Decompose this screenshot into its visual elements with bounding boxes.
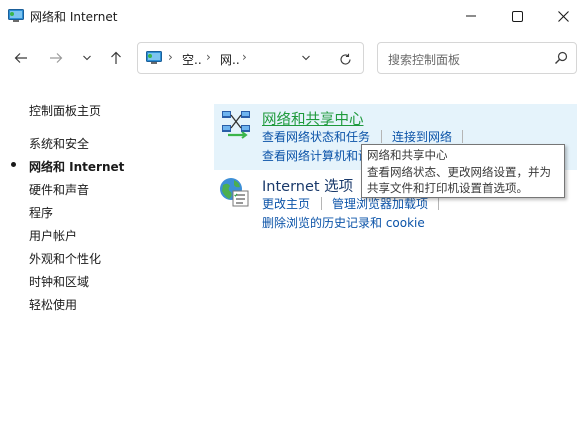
- sidebar-item-control-panel-home[interactable]: 控制面板主页: [29, 102, 101, 119]
- breadcrumb-item[interactable]: 网..: [220, 51, 240, 68]
- sidebar-item-clock-region[interactable]: 时钟和区域: [29, 273, 89, 290]
- address-dropdown-button[interactable]: [297, 49, 315, 67]
- close-button[interactable]: [540, 0, 586, 32]
- sidebar-item-appearance[interactable]: 外观和个性化: [29, 250, 101, 267]
- active-indicator: [11, 162, 16, 167]
- network-sharing-icon[interactable]: [220, 108, 252, 140]
- category-title-network-sharing[interactable]: 网络和共享中心: [262, 108, 364, 129]
- chevron-down-icon: [302, 55, 310, 61]
- sidebar-item-user-accounts[interactable]: 用户帐户: [29, 227, 77, 244]
- minimize-button[interactable]: [448, 0, 494, 32]
- close-icon: [557, 10, 569, 22]
- back-arrow-icon: [14, 53, 27, 63]
- recent-locations-button[interactable]: [75, 46, 99, 70]
- refresh-icon: [339, 53, 351, 65]
- category-title-internet-options[interactable]: Internet 选项: [262, 175, 353, 196]
- link-separator: [462, 130, 463, 143]
- sidebar-item-network-internet[interactable]: 网络和 Internet: [29, 158, 124, 175]
- window-title: 网络和 Internet: [30, 10, 118, 24]
- search-placeholder: 搜索控制面板: [388, 53, 461, 67]
- link-view-network-status[interactable]: 查看网络状态和任务: [262, 128, 370, 145]
- breadcrumb-separator: ›: [206, 50, 211, 64]
- breadcrumb-separator: ›: [168, 50, 173, 64]
- link-connect-to-network[interactable]: 连接到网络: [392, 128, 452, 145]
- refresh-button[interactable]: [335, 49, 355, 69]
- sidebar-item-programs[interactable]: 程序: [29, 204, 53, 221]
- breadcrumb-item[interactable]: 空..: [182, 51, 202, 68]
- breadcrumb-separator: ›: [242, 50, 247, 64]
- forward-arrow-icon: [50, 53, 63, 63]
- control-panel-icon: [8, 9, 24, 23]
- link-view-network-computers[interactable]: 查看网络计算机和设: [262, 147, 370, 164]
- minimize-icon: [466, 15, 476, 17]
- tooltip-line: 查看网络状态、更改网络设置，并为: [367, 164, 551, 179]
- up-button[interactable]: [104, 46, 128, 70]
- forward-button[interactable]: [44, 46, 68, 70]
- internet-options-icon[interactable]: [218, 176, 250, 208]
- back-button[interactable]: [9, 46, 33, 70]
- tooltip: 网络和共享中心 查看网络状态、更改网络设置，并为 共享文件和打印机设置首选项。: [361, 144, 565, 198]
- link-separator: [381, 130, 382, 143]
- chevron-down-icon: [83, 55, 91, 61]
- sidebar-item-system-security[interactable]: 系统和安全: [29, 135, 89, 152]
- link-separator: [321, 197, 322, 210]
- tooltip-line: 共享文件和打印机设置首选项。: [367, 181, 528, 195]
- sidebar-item-hardware-sound[interactable]: 硬件和声音: [29, 181, 89, 198]
- address-bar[interactable]: › 空.. › 网.. ›: [137, 42, 364, 74]
- link-delete-browsing-history[interactable]: 删除浏览的历史记录和 cookie: [262, 214, 425, 231]
- link-change-homepage[interactable]: 更改主页: [262, 195, 310, 212]
- maximize-button[interactable]: [494, 0, 540, 32]
- search-icon[interactable]: [554, 51, 568, 65]
- control-panel-icon: [146, 51, 162, 65]
- link-separator: [438, 197, 439, 210]
- maximize-icon: [511, 10, 523, 22]
- title-bar: 网络和 Internet: [0, 0, 588, 32]
- up-arrow-icon: [111, 51, 121, 64]
- tooltip-title: 网络和共享中心: [367, 148, 448, 162]
- sidebar-item-ease-of-access[interactable]: 轻松使用: [29, 296, 77, 313]
- search-box[interactable]: 搜索控制面板: [377, 42, 577, 74]
